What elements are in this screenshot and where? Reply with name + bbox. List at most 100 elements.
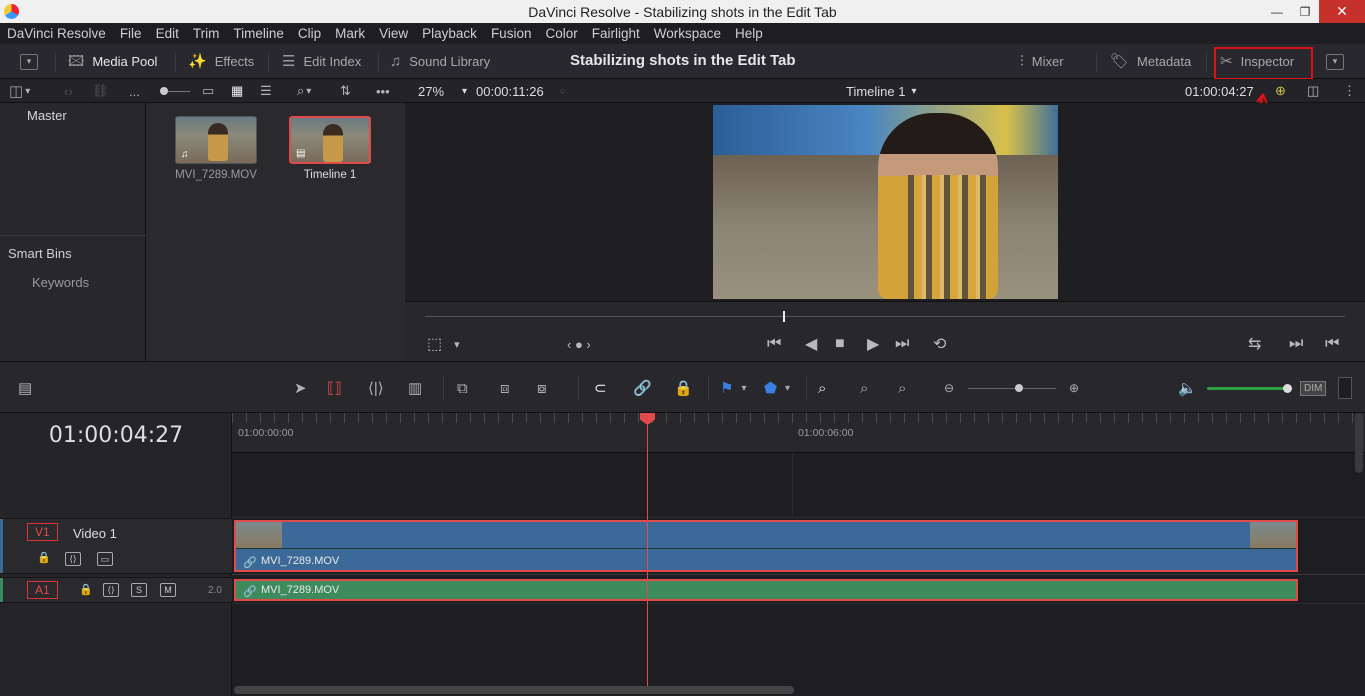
zoom-out-icon[interactable]: ⊖ — [944, 376, 954, 400]
metadata-view-icon[interactable]: ▭ — [202, 79, 214, 103]
menu-view[interactable]: View — [372, 26, 415, 41]
more-icon[interactable]: ••• — [376, 79, 390, 103]
scrub-bar[interactable] — [425, 316, 1345, 317]
flag-icon[interactable]: ⚑ ▾ — [720, 376, 746, 400]
zoom-custom-icon[interactable]: ⌕ — [898, 376, 906, 400]
timeline-zoom-slider[interactable] — [968, 376, 1056, 400]
sound-library-button[interactable]: ♫ Sound Library — [390, 44, 490, 79]
volume-slider[interactable] — [1207, 376, 1292, 400]
panel-collapse-button[interactable]: ▾ — [1326, 44, 1344, 79]
zoom-in-icon[interactable]: ⊕ — [1069, 376, 1079, 400]
metadata-button[interactable]: 🏷 Metadata — [1110, 44, 1191, 79]
menu-edit[interactable]: Edit — [149, 26, 186, 41]
next-edit-icon[interactable]: ⏭ — [1289, 332, 1303, 356]
dual-viewer-icon[interactable]: ◫ — [1307, 79, 1319, 103]
list-view-icon[interactable]: ☰ — [260, 79, 272, 103]
viewer-size-button[interactable]: ⬚ ▾ — [427, 332, 460, 356]
overwrite-clip-icon[interactable]: ⧈ — [500, 376, 510, 400]
menu-color[interactable]: Color — [538, 26, 584, 41]
thumbnail-size-slider[interactable] — [160, 79, 190, 103]
dynamic-trim-icon[interactable]: ⟨|⟩ — [368, 376, 384, 400]
scrub-playhead[interactable] — [783, 311, 785, 322]
video-clip[interactable]: 🔗 MVI_7289.MOV — [234, 520, 1298, 572]
timeline-vertical-scrollbar[interactable] — [1355, 413, 1363, 473]
marker-icon[interactable]: ⬟ ▾ — [764, 376, 790, 400]
minimize-button[interactable]: — — [1263, 0, 1291, 23]
go-to-start-button[interactable]: ⏮ — [767, 332, 781, 356]
menu-mark[interactable]: Mark — [328, 26, 372, 41]
edit-index-button[interactable]: ☰ Edit Index — [282, 44, 361, 79]
timeline-ruler[interactable]: 01:00:00:00 01:00:06:00 — [232, 413, 1365, 453]
auto-select-icon[interactable]: ⟨⟩ — [103, 583, 119, 597]
menu-clip[interactable]: Clip — [291, 26, 328, 41]
close-button[interactable]: ✕ — [1319, 0, 1365, 23]
tag-icon: 🏷 — [1110, 53, 1130, 70]
blade-tool-icon[interactable]: ▥ — [408, 376, 422, 400]
track-tag-a1[interactable]: A1 — [27, 581, 58, 599]
selection-tool-icon[interactable]: ➤ — [294, 376, 307, 400]
go-to-end-button[interactable]: ⏭ — [895, 332, 909, 356]
play-button[interactable]: ▶ — [867, 332, 879, 356]
insert-clip-icon[interactable]: ⧉ — [457, 376, 468, 400]
jog-control[interactable]: ‹ ● › — [567, 332, 591, 356]
auto-select-icon[interactable]: ⟨⟩ — [65, 552, 81, 566]
mixer-button[interactable]: ⫶ Mixer — [1020, 44, 1064, 79]
track-visibility-icon[interactable]: ▭ — [97, 552, 113, 566]
timeline-area[interactable]: 01:00:00:00 01:00:06:00 🔗 MVI_7289.MOV 🔗… — [232, 413, 1365, 696]
code-icon[interactable]: ‹› — [64, 79, 73, 103]
audio-clip[interactable]: 🔗 MVI_7289.MOV — [234, 579, 1298, 601]
viewer-frame[interactable] — [713, 105, 1058, 299]
sort-icon[interactable]: ⇅ — [340, 79, 351, 103]
timeline-horizontal-scrollbar[interactable] — [234, 686, 794, 694]
menu-timeline[interactable]: Timeline — [226, 26, 291, 41]
workspace-toggle-button[interactable]: ▾ — [20, 44, 38, 79]
zoom-detail-icon[interactable]: ⌕ — [860, 376, 868, 400]
menu-davinci-resolve[interactable]: DaVinci Resolve — [0, 26, 113, 41]
menu-file[interactable]: File — [113, 26, 149, 41]
linked-selection-icon[interactable]: 🔗 — [633, 376, 652, 400]
media-clip-thumbnail[interactable]: ♫ — [175, 116, 257, 164]
zoom-full-icon[interactable]: ⌕ — [818, 376, 826, 400]
timeline-selector[interactable]: Timeline 1 ▾ — [846, 79, 917, 103]
search-icon[interactable]: ⌕ ▾ — [297, 79, 311, 103]
track-lock-icon[interactable]: 🔒 — [79, 583, 93, 596]
replace-clip-icon[interactable]: ⧇ — [537, 376, 547, 400]
menu-help[interactable]: Help — [728, 26, 770, 41]
solo-button[interactable]: S — [131, 583, 147, 597]
match-frame-icon[interactable]: ⇆ — [1248, 332, 1261, 356]
loop-icon[interactable]: ⟲ — [933, 332, 946, 356]
maximize-button[interactable]: ❐ — [1291, 0, 1319, 23]
menu-fairlight[interactable]: Fairlight — [585, 26, 647, 41]
timeline-playhead[interactable] — [647, 413, 648, 686]
media-pool-button[interactable]: 🖾 Media Pool — [68, 44, 157, 79]
video-track-name[interactable]: Video 1 — [73, 526, 117, 541]
menu-workspace[interactable]: Workspace — [647, 26, 728, 41]
previous-edit-icon[interactable]: ⏮ — [1325, 332, 1339, 356]
play-reverse-button[interactable]: ◀ — [805, 332, 817, 356]
track-tag-v1[interactable]: V1 — [27, 523, 58, 541]
bin-master[interactable]: Master — [27, 108, 67, 123]
more-icon[interactable]: ⋮ — [1343, 79, 1356, 103]
trim-tool-icon[interactable]: ⟦⟧ — [327, 376, 342, 400]
smart-bin-keywords[interactable]: Keywords — [32, 275, 89, 290]
track-lock-icon[interactable]: 🔒 — [37, 551, 51, 564]
position-lock-icon[interactable]: 🔒 — [674, 376, 693, 400]
media-pool-label: Media Pool — [92, 54, 158, 69]
more-options-button[interactable]: ... — [129, 79, 140, 103]
grid-view-icon[interactable]: ▦ — [231, 79, 243, 103]
volume-speaker-icon[interactable]: 🔈 — [1178, 376, 1197, 400]
smart-bins-header[interactable]: Smart Bins — [8, 246, 72, 261]
snapping-magnet-icon[interactable]: ⊂ — [594, 376, 607, 400]
effects-button[interactable]: ✨ Effects — [188, 44, 254, 79]
stop-button[interactable]: ■ — [835, 332, 845, 356]
link-icon[interactable]: ⛓ — [92, 79, 109, 103]
bin-list-toggle[interactable]: ◫ ▾ — [9, 79, 30, 103]
zoom-select[interactable]: 27% ▾ — [418, 79, 467, 103]
timeline-clip-thumbnail[interactable]: ▤ — [289, 116, 371, 164]
dim-button[interactable]: DIM — [1300, 376, 1327, 400]
menu-playback[interactable]: Playback — [415, 26, 484, 41]
timeline-view-options-icon[interactable]: ▤ — [18, 376, 32, 400]
menu-fusion[interactable]: Fusion — [484, 26, 539, 41]
mute-button[interactable]: M — [160, 583, 176, 597]
menu-trim[interactable]: Trim — [186, 26, 227, 41]
